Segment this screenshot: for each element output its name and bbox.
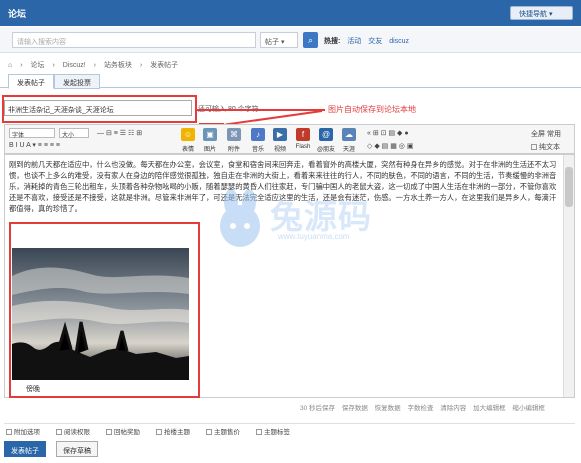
image-icon[interactable]: ▣ bbox=[203, 128, 217, 141]
submit-post-button[interactable]: 发表帖子 bbox=[4, 441, 46, 457]
breadcrumb-discuz[interactable]: Discuz! bbox=[63, 62, 86, 69]
attach-icon[interactable]: ⌘ bbox=[227, 128, 241, 141]
plain-text-checkbox[interactable]: 纯文本 bbox=[531, 142, 560, 152]
post-options: 附加选项 阅读权限 回帖奖励 抢楼主题 主题售价 主题标签 bbox=[4, 423, 575, 437]
breadcrumb-separator: › bbox=[20, 62, 23, 69]
toolbar-label: 视频 bbox=[273, 147, 286, 153]
video-icon[interactable]: ▶ bbox=[273, 128, 287, 141]
hot-search-link[interactable]: 活动 bbox=[347, 38, 361, 45]
option-checkbox[interactable]: 附加选项 bbox=[6, 426, 40, 436]
watermark-rabbit-icon bbox=[220, 189, 260, 247]
image-highlight-box bbox=[9, 222, 200, 398]
smile-icon[interactable]: ☺ bbox=[181, 128, 195, 141]
hot-search: 热搜: 活动 交友 discuz bbox=[324, 36, 414, 46]
breadcrumb-separator: › bbox=[93, 62, 96, 69]
fullscreen-button[interactable]: 全屏 常用 bbox=[531, 129, 561, 139]
format-buttons[interactable]: B I U A ▾ ≡ ≡ ≡ ≡ bbox=[9, 141, 60, 149]
watermark-text: 兔源码 bbox=[270, 198, 372, 235]
annotation-note: 图片自动保存到论坛本地 bbox=[328, 105, 416, 114]
option-checkbox[interactable]: 抢楼主题 bbox=[156, 426, 190, 436]
search-type-select[interactable]: 帖子 ▾ bbox=[260, 32, 298, 48]
toolbar-label: Flash bbox=[295, 144, 311, 150]
annotation-arrow bbox=[197, 109, 325, 111]
title-highlight-box bbox=[2, 95, 197, 123]
shrink-editor-link[interactable]: 缩小编辑框 bbox=[512, 405, 545, 412]
clear-content-link[interactable]: 清除内容 bbox=[440, 405, 466, 412]
post-tabs: 发表帖子 发起投票 bbox=[0, 72, 581, 89]
search-input[interactable]: 请输入搜索内容 bbox=[12, 32, 256, 48]
size-select[interactable]: 大小 bbox=[59, 128, 89, 139]
option-checkbox[interactable]: 回帖奖励 bbox=[106, 426, 140, 436]
extra-tools[interactable]: « ⊞ ⊡ ▤ ◆ ● bbox=[367, 129, 409, 137]
font-select[interactable]: 字体 bbox=[9, 128, 55, 139]
align-buttons[interactable]: — ⊟ ≡ ☰ ☷ ⊞ bbox=[97, 129, 142, 137]
word-count-link[interactable]: 字数检查 bbox=[407, 405, 433, 412]
enlarge-editor-link[interactable]: 加大编辑框 bbox=[473, 405, 506, 412]
music-icon[interactable]: ♪ bbox=[251, 128, 265, 141]
flash-icon[interactable]: f bbox=[296, 128, 310, 141]
search-button[interactable]: ⌕ bbox=[303, 32, 318, 48]
restore-data-link[interactable]: 恢复数据 bbox=[375, 405, 401, 412]
tab-poll[interactable]: 发起投票 bbox=[54, 74, 100, 89]
toolbar-label: 天涯 bbox=[342, 147, 355, 153]
search-icon: ⌕ bbox=[307, 35, 314, 45]
toolbar-label: 图片 bbox=[203, 147, 216, 153]
breadcrumb-current: 发表帖子 bbox=[150, 62, 179, 69]
tab-post[interactable]: 发表帖子 bbox=[8, 74, 54, 89]
scroll-thumb[interactable] bbox=[565, 167, 573, 207]
editor-scrollbar[interactable] bbox=[563, 155, 574, 397]
quick-nav-button[interactable]: 快捷导航 ▾ bbox=[510, 6, 573, 20]
site-logo[interactable]: 论坛 bbox=[8, 7, 26, 20]
hot-search-label: 热搜: bbox=[324, 38, 341, 45]
hot-search-link[interactable]: 交友 bbox=[368, 38, 382, 45]
autosave-status: 30 秒后保存 bbox=[300, 405, 336, 412]
hot-search-link[interactable]: discuz bbox=[389, 38, 409, 45]
watermark-logo: 兔源码 www.tuyuanma.com bbox=[216, 189, 381, 286]
toolbar-label: @朋友 bbox=[316, 147, 336, 153]
search-row: 请输入搜索内容 帖子 ▾ ⌕ 热搜: 活动 交友 discuz bbox=[0, 27, 581, 53]
option-checkbox[interactable]: 阅读权限 bbox=[56, 426, 90, 436]
breadcrumb-board[interactable]: 站务板块 bbox=[104, 62, 132, 69]
tianya-icon[interactable]: ☁ bbox=[342, 128, 356, 141]
editor-status-bar: 30 秒后保存 保存数据 恢复数据 字数检查 清除内容 加大编辑框 缩小编辑框 bbox=[300, 402, 550, 412]
breadcrumb-separator: › bbox=[52, 62, 55, 69]
option-checkbox[interactable]: 主题售价 bbox=[206, 426, 240, 436]
breadcrumb-forum[interactable]: 论坛 bbox=[30, 62, 44, 69]
toolbar-label: 音乐 bbox=[251, 147, 264, 153]
toolbar-label: 表情 bbox=[181, 147, 194, 153]
toolbar-label: 附件 bbox=[227, 147, 240, 153]
home-icon[interactable]: ⌂ bbox=[8, 62, 12, 69]
save-data-link[interactable]: 保存数据 bbox=[342, 405, 368, 412]
top-bar: 论坛 快捷导航 ▾ bbox=[0, 0, 581, 26]
editor-toolbar: 字体 大小 B I U A ▾ ≡ ≡ ≡ ≡ — ⊟ ≡ ☰ ☷ ⊞ ☺ ▣ … bbox=[4, 124, 575, 154]
breadcrumb: ⌂ › 论坛 › Discuz! › 站务板块 › 发表帖子 bbox=[8, 60, 184, 70]
extra-tools-row2[interactable]: ◇ ◆ ▤ ▦ ◎ ▣ bbox=[367, 142, 413, 150]
watermark-url: www.tuyuanma.com bbox=[278, 232, 350, 241]
option-checkbox[interactable]: 主题标签 bbox=[256, 426, 290, 436]
breadcrumb-separator: › bbox=[139, 62, 143, 69]
save-draft-button[interactable]: 保存草稿 bbox=[56, 441, 98, 457]
at-icon[interactable]: @ bbox=[319, 128, 333, 141]
